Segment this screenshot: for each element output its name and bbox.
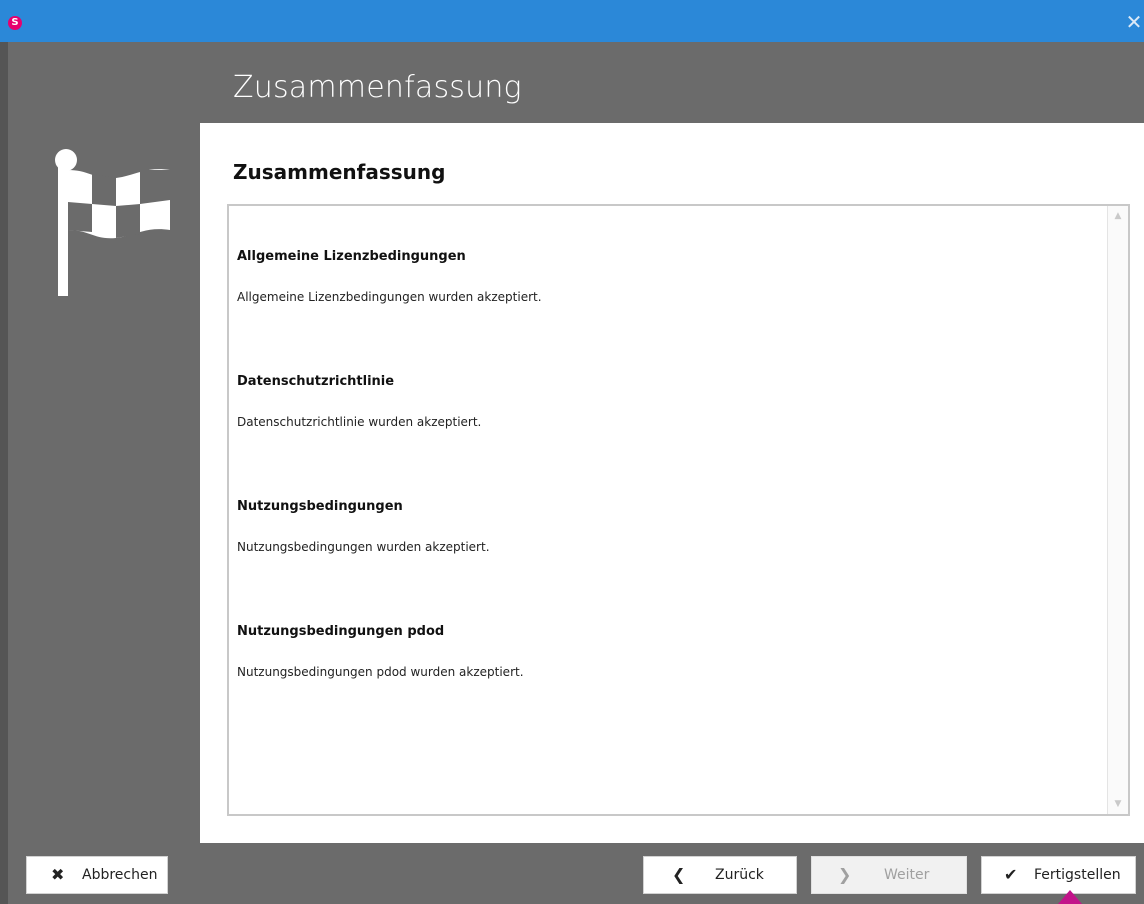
scroll-up-arrow-icon[interactable]: ▲ [1108,206,1128,226]
finish-button[interactable]: ✔ Fertigstellen [981,856,1136,894]
next-button-label: Weiter [884,867,930,883]
entry-heading: Nutzungsbedingungen [237,499,403,514]
summary-entry: Nutzungsbedingungen Nutzungsbedingungen … [237,498,490,556]
summary-box: Allgemeine Lizenzbedingungen Allgemeine … [227,204,1130,816]
scroll-down-arrow-icon[interactable]: ▼ [1108,794,1128,814]
summary-scroll-area[interactable]: Allgemeine Lizenzbedingungen Allgemeine … [229,206,1107,814]
vertical-scrollbar[interactable]: ▲ ▼ [1107,206,1128,814]
window-frame [0,42,8,904]
title-bar: S ✕ [0,0,1144,42]
summary-entry: Allgemeine Lizenzbedingungen Allgemeine … [237,248,542,306]
checkered-flag-icon [55,149,170,296]
close-button[interactable]: ✕ [1124,12,1144,32]
page-title: Zusammenfassung [233,70,522,105]
chevron-left-icon: ❮ [672,865,686,884]
cancel-button-label: Abbrechen [82,867,158,883]
section-title: Zusammenfassung [233,160,446,184]
pointer-marker [1058,890,1082,904]
entry-heading: Datenschutzrichtlinie [237,374,395,389]
back-button[interactable]: ❮ Zurück [643,856,797,894]
entry-text: Nutzungsbedingungen pdod wurden akzeptie… [237,665,524,679]
finish-button-label: Fertigstellen [1034,867,1121,883]
close-x-icon: ✖ [51,865,65,884]
entry-heading: Allgemeine Lizenzbedingungen [237,249,466,264]
summary-entry: Nutzungsbedingungen pdod Nutzungsbedingu… [237,623,524,681]
back-button-label: Zurück [715,867,764,883]
cancel-button[interactable]: ✖ Abbrechen [26,856,168,894]
next-button[interactable]: ❯ Weiter [811,856,967,894]
chevron-right-icon: ❯ [838,865,852,884]
entry-text: Allgemeine Lizenzbedingungen wurden akze… [237,290,542,304]
entry-heading: Nutzungsbedingungen pdod [237,624,445,639]
summary-entry: Datenschutzrichtlinie Datenschutzrichtli… [237,373,481,431]
entry-text: Datenschutzrichtlinie wurden akzeptiert. [237,415,482,429]
app-logo-icon: S [8,16,22,30]
checkmark-icon: ✔ [1004,865,1018,884]
entry-text: Nutzungsbedingungen wurden akzeptiert. [237,540,490,554]
